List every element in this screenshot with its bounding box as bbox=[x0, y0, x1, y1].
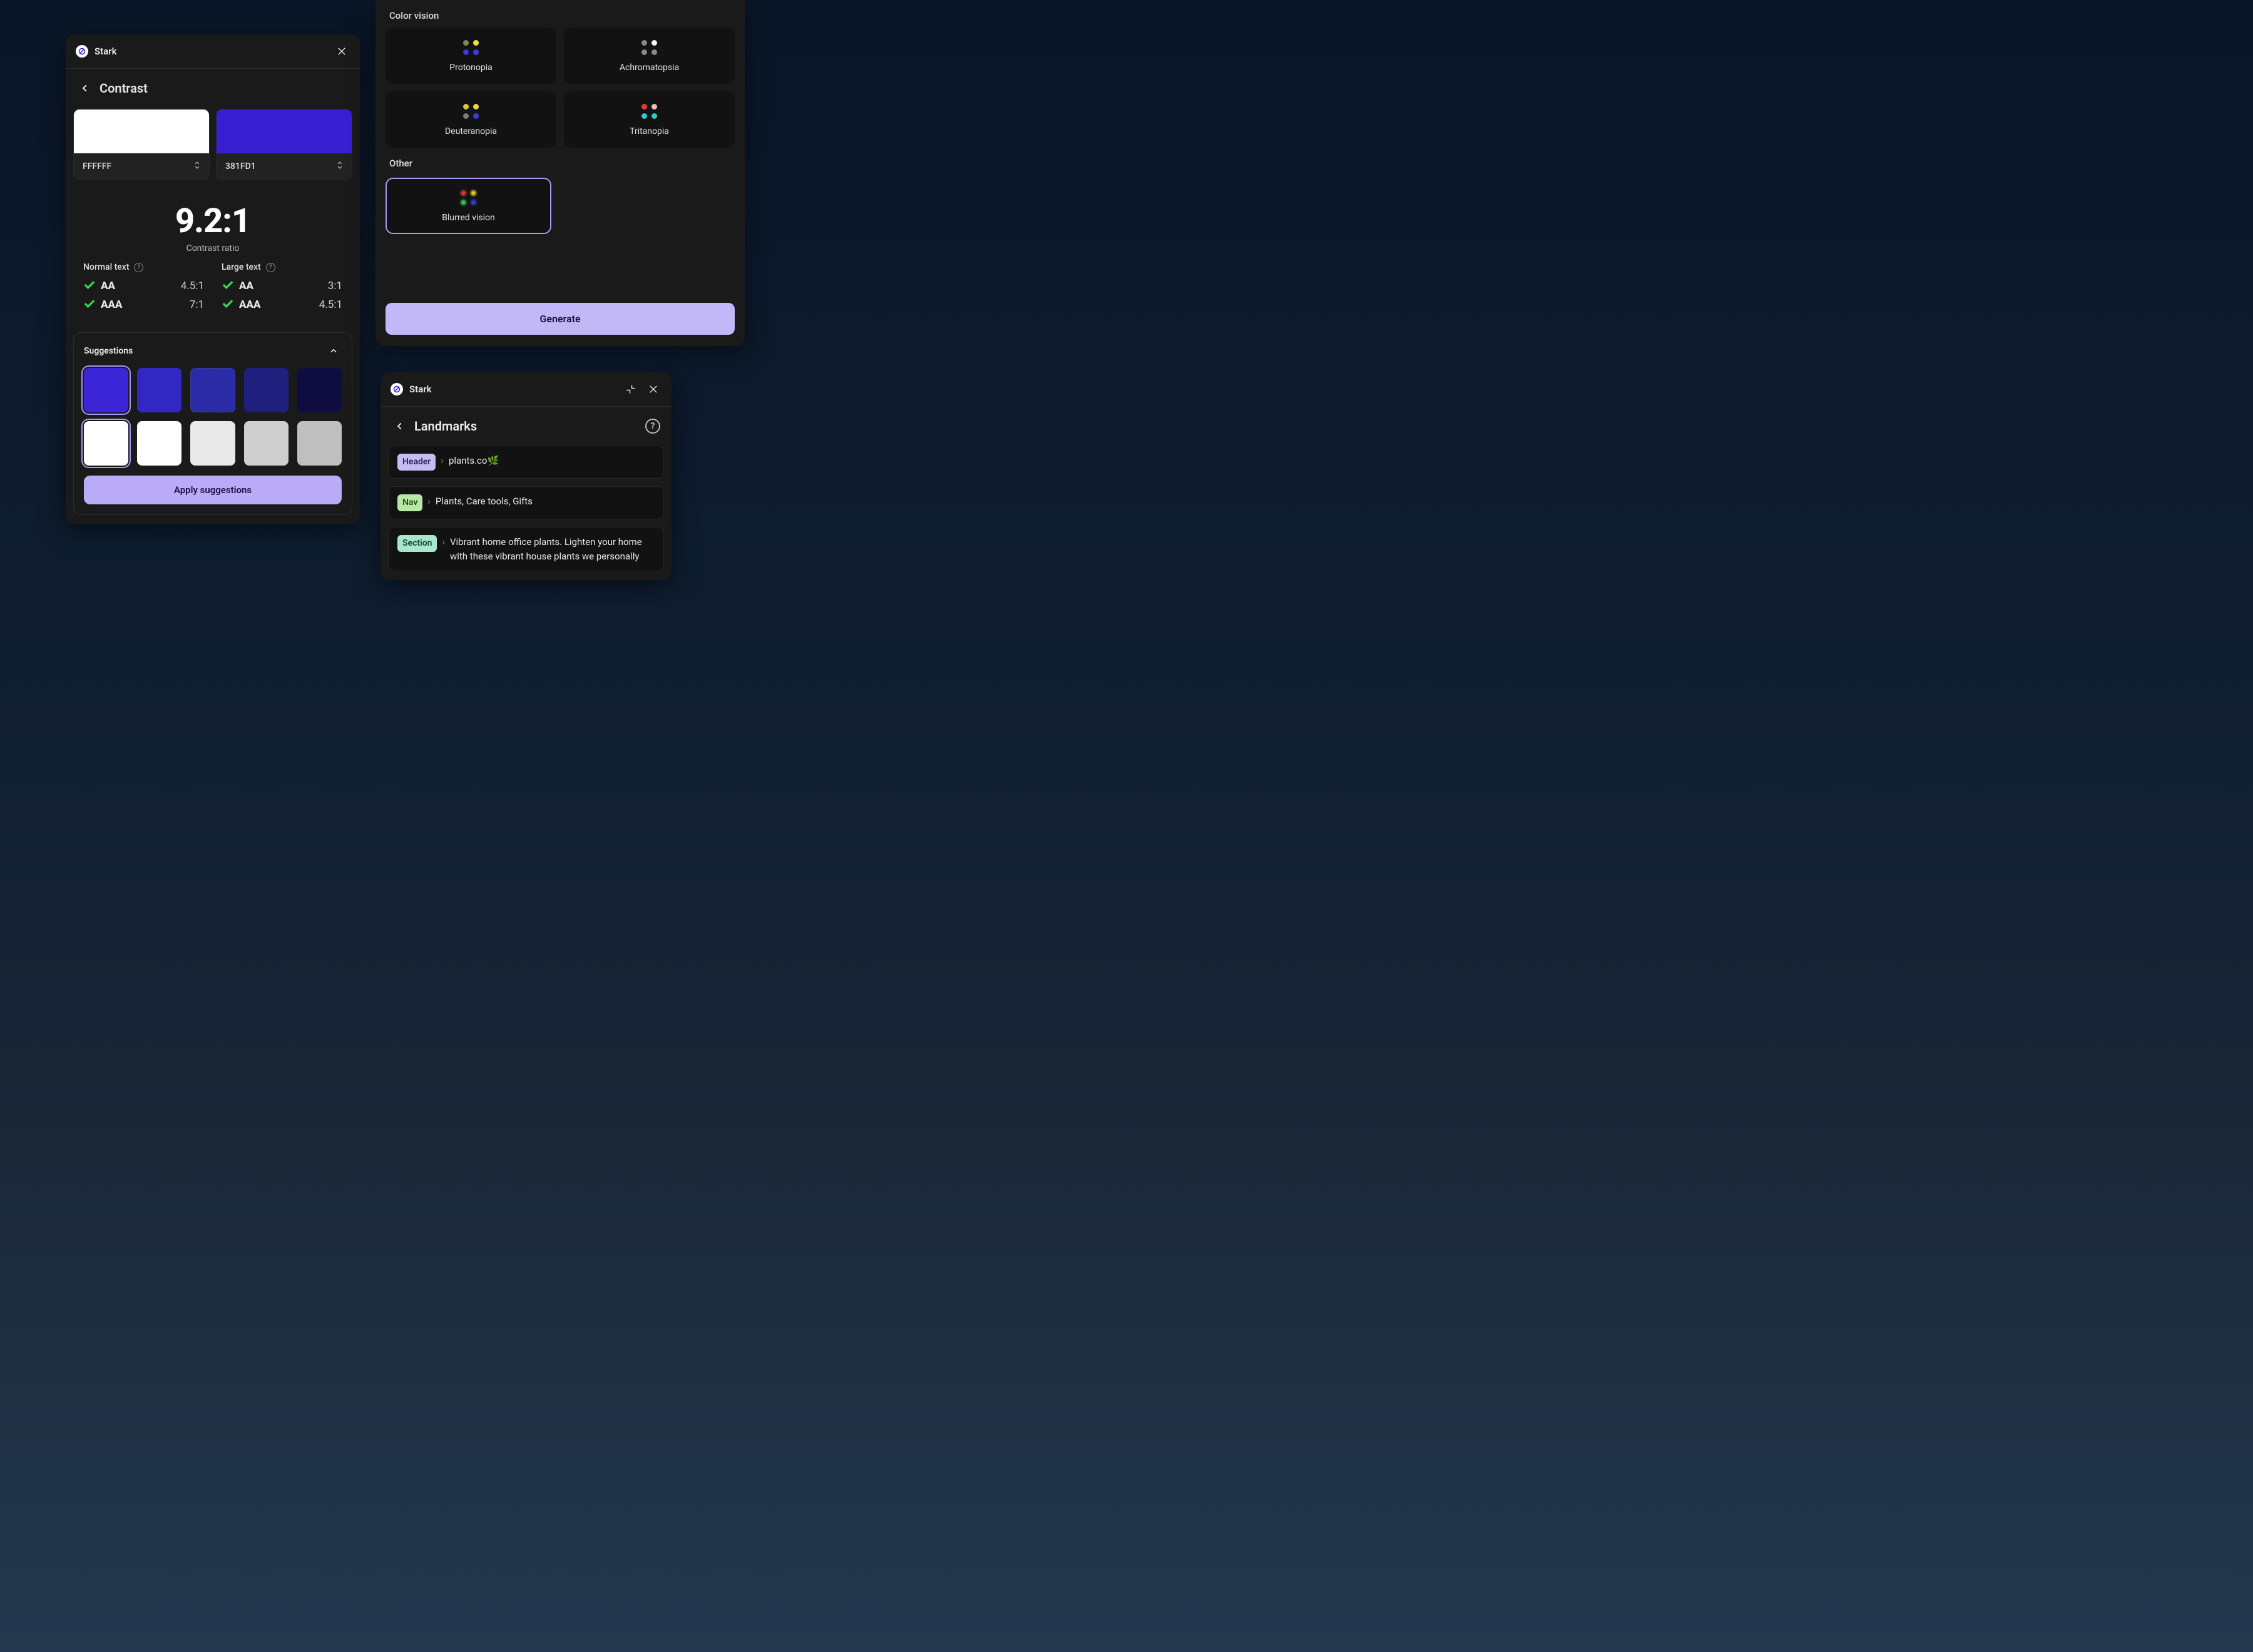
chevron-right-icon: › bbox=[442, 535, 445, 549]
landmark-badge: Header bbox=[397, 454, 436, 471]
suggestion-swatch[interactable] bbox=[190, 421, 235, 466]
vision-panel: Color vision Protonopia Achromatopsia Deut… bbox=[376, 0, 745, 346]
suggestion-swatch[interactable] bbox=[244, 421, 289, 466]
large-text-criteria: Large text ? AA 3:1 AAA 4.5:1 bbox=[222, 262, 342, 317]
background-hex-value: 381FD1 bbox=[225, 161, 256, 171]
other-label: Other bbox=[376, 148, 745, 175]
suggestion-swatch[interactable] bbox=[297, 368, 342, 412]
aa-requirement: 3:1 bbox=[328, 280, 342, 292]
chevron-right-icon: › bbox=[427, 494, 431, 509]
panel-title: Stark bbox=[409, 384, 432, 395]
generate-button[interactable]: Generate bbox=[386, 303, 735, 335]
aa-level: AA bbox=[101, 280, 115, 292]
help-icon[interactable]: ? bbox=[645, 419, 660, 434]
large-text-label: Large text bbox=[222, 262, 261, 272]
vision-card-label: Achromatopsia bbox=[620, 63, 679, 73]
suggestion-swatch[interactable] bbox=[244, 368, 289, 412]
background-color-preview bbox=[217, 110, 352, 153]
minimize-icon[interactable] bbox=[623, 381, 639, 397]
close-icon[interactable] bbox=[334, 43, 350, 59]
check-icon bbox=[222, 280, 234, 292]
vision-card-label: Protonopia bbox=[449, 63, 492, 73]
suggestions-label: Suggestions bbox=[84, 346, 133, 356]
landmarks-header: Stark bbox=[381, 372, 672, 407]
check-icon bbox=[222, 298, 234, 311]
help-icon[interactable]: ? bbox=[134, 263, 143, 272]
chevron-up-icon[interactable] bbox=[325, 343, 342, 359]
vision-card-label: Blurred vision bbox=[442, 213, 495, 223]
foreground-swatch[interactable]: FFFFFF bbox=[73, 109, 210, 180]
contrast-header: Stark bbox=[66, 34, 360, 69]
chevron-right-icon: › bbox=[441, 454, 444, 468]
suggestions-card: Suggestions Apply suggestions bbox=[73, 332, 352, 515]
background-swatch[interactable]: 381FD1 bbox=[216, 109, 352, 180]
contrast-title: Contrast bbox=[100, 81, 148, 96]
vision-card-achromatopsia[interactable]: Achromatopsia bbox=[564, 28, 735, 84]
back-icon[interactable] bbox=[77, 80, 93, 96]
background-hex-field[interactable]: 381FD1 bbox=[217, 153, 352, 180]
landmark-text: Vibrant home office plants. Lighten your… bbox=[450, 535, 655, 563]
landmarks-title: Landmarks bbox=[414, 419, 477, 434]
foreground-color-preview bbox=[74, 110, 209, 153]
vision-card-deuteranopia[interactable]: Deuteranopia bbox=[386, 91, 556, 148]
close-icon[interactable] bbox=[645, 381, 662, 397]
foreground-hex-field[interactable]: FFFFFF bbox=[74, 153, 209, 180]
suggestion-swatch[interactable] bbox=[190, 368, 235, 412]
vision-card-tritanopia[interactable]: Tritanopia bbox=[564, 91, 735, 148]
landmarks-subheader: Landmarks ? bbox=[381, 407, 672, 442]
suggestion-swatch[interactable] bbox=[137, 368, 181, 412]
landmark-item[interactable]: Section › Vibrant home office plants. Ligh… bbox=[388, 527, 664, 571]
landmark-badge: Section bbox=[397, 535, 437, 552]
check-icon bbox=[83, 280, 96, 292]
check-icon bbox=[83, 298, 96, 311]
contrast-ratio-value: 9.2:1 bbox=[66, 201, 360, 241]
aaa-level: AAA bbox=[239, 298, 261, 311]
landmark-text: Plants, Care tools, Gifts bbox=[436, 494, 655, 509]
suggestion-swatch[interactable] bbox=[84, 368, 128, 412]
suggestion-swatch[interactable] bbox=[84, 421, 128, 466]
landmarks-panel: Stark Landmarks ? Header › plants.co🌿 Nav › P… bbox=[381, 372, 672, 580]
contrast-subheader: Contrast bbox=[66, 69, 360, 104]
apply-suggestions-button[interactable]: Apply suggestions bbox=[84, 476, 342, 504]
normal-text-criteria: Normal text ? AA 4.5:1 AAA 7:1 bbox=[83, 262, 204, 317]
landmark-badge: Nav bbox=[397, 494, 422, 511]
aa-requirement: 4.5:1 bbox=[181, 280, 204, 292]
color-vision-label: Color vision bbox=[376, 0, 745, 28]
stepper-icon bbox=[194, 161, 200, 172]
aa-level: AA bbox=[239, 280, 253, 292]
landmark-item[interactable]: Nav › Plants, Care tools, Gifts bbox=[388, 486, 664, 519]
foreground-hex-value: FFFFFF bbox=[83, 161, 111, 171]
landmark-item[interactable]: Header › plants.co🌿 bbox=[388, 446, 664, 479]
aaa-requirement: 4.5:1 bbox=[319, 298, 342, 311]
vision-card-label: Tritanopia bbox=[630, 126, 669, 136]
back-icon[interactable] bbox=[392, 418, 408, 434]
landmark-text: plants.co🌿 bbox=[449, 454, 655, 468]
suggestion-swatch[interactable] bbox=[297, 421, 342, 466]
vision-card-blurred[interactable]: Blurred vision bbox=[386, 178, 551, 234]
aaa-requirement: 7:1 bbox=[190, 298, 204, 311]
aaa-level: AAA bbox=[101, 298, 123, 311]
normal-text-label: Normal text bbox=[83, 262, 129, 272]
stepper-icon bbox=[337, 161, 343, 172]
stark-logo-icon bbox=[76, 45, 88, 58]
panel-title: Stark bbox=[95, 46, 117, 57]
stark-logo-icon bbox=[391, 383, 403, 395]
suggestion-swatch[interactable] bbox=[137, 421, 181, 466]
vision-card-label: Deuteranopia bbox=[445, 126, 497, 136]
contrast-ratio-label: Contrast ratio bbox=[66, 243, 360, 253]
vision-card-protonopia[interactable]: Protonopia bbox=[386, 28, 556, 84]
help-icon[interactable]: ? bbox=[266, 263, 275, 272]
contrast-panel: Stark Contrast FFFFFF bbox=[66, 34, 360, 524]
